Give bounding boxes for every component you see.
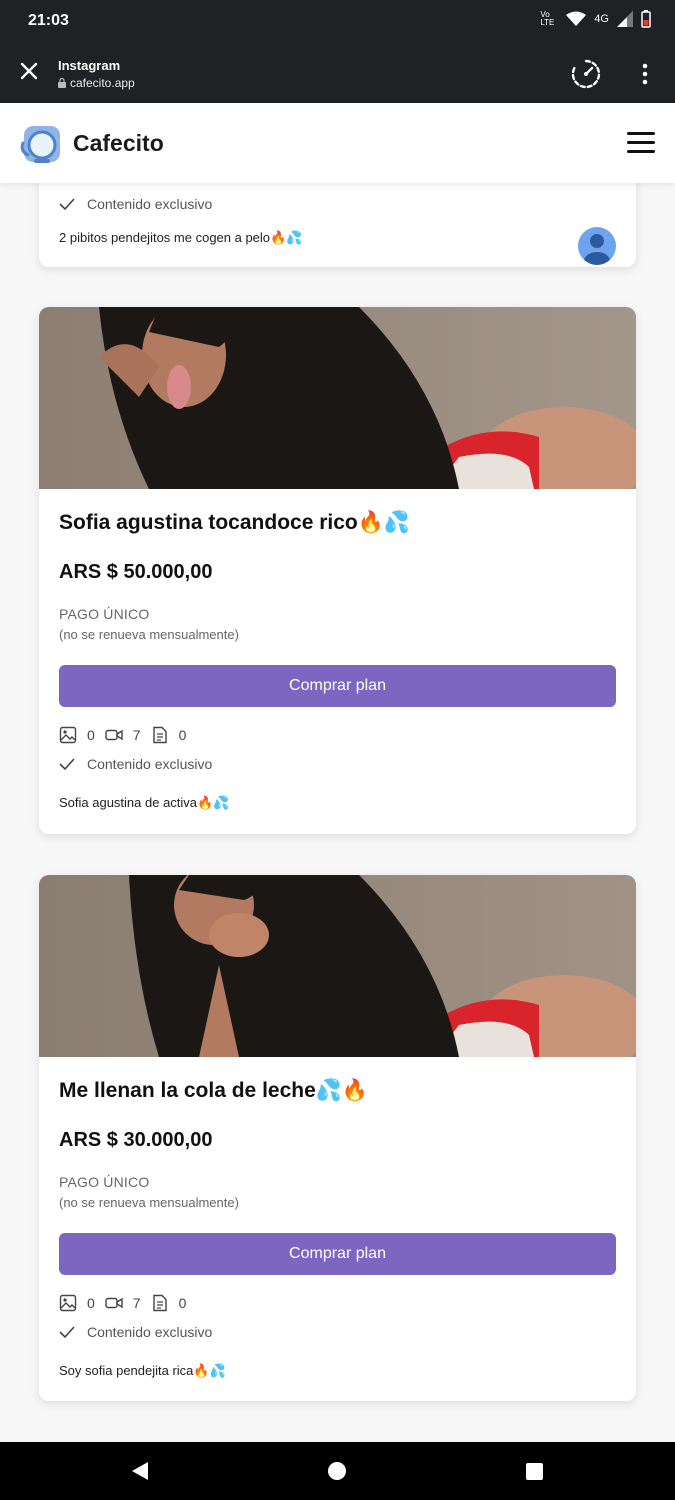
check-icon <box>59 758 75 771</box>
plans-list: Contenido exclusivo 2 pibitos pendejitos… <box>0 183 675 1442</box>
user-avatar[interactable] <box>578 227 616 265</box>
close-icon[interactable] <box>18 60 40 82</box>
back-icon[interactable] <box>130 1461 150 1481</box>
battery-icon <box>641 10 651 28</box>
brand-name[interactable]: Cafecito <box>73 130 164 157</box>
payment-note: (no se renueva mensualmente) <box>59 627 239 642</box>
image-count: 0 <box>87 727 95 743</box>
plan-title: Me llenan la cola de leche💦🔥 <box>59 1079 369 1102</box>
exclusive-content-label: Contenido exclusivo <box>87 756 213 772</box>
exclusive-content-label: Contenido exclusivo <box>87 196 213 212</box>
status-time: 21:03 <box>28 12 69 29</box>
video-count: 7 <box>132 1295 141 1311</box>
signal-icon <box>617 11 633 27</box>
speedometer-icon[interactable] <box>570 58 602 90</box>
image-count: 0 <box>87 1295 95 1311</box>
check-icon <box>59 1326 75 1339</box>
image-icon <box>59 1294 77 1312</box>
in-app-browser-bar: Instagram cafecito.app <box>0 44 675 103</box>
document-icon <box>152 726 167 744</box>
payment-note: (no se renueva mensualmente) <box>59 1195 239 1210</box>
plan-card: Sofia agustina tocandoce rico🔥💦 ARS $ 50… <box>39 307 636 834</box>
document-count: 0 <box>178 727 187 743</box>
exclusive-content-row: Contenido exclusivo <box>59 756 212 772</box>
status-icons: Vo LTE 4G <box>540 10 651 28</box>
plan-card: Contenido exclusivo 2 pibitos pendejitos… <box>39 183 636 267</box>
browser-url[interactable]: cafecito.app <box>58 76 135 90</box>
cover-photo <box>39 307 636 489</box>
menu-icon[interactable] <box>627 132 655 156</box>
plan-cover-image[interactable] <box>39 307 636 489</box>
lock-icon <box>58 78 66 88</box>
video-count: 7 <box>132 727 141 743</box>
exclusive-content-row: Contenido exclusivo <box>59 196 212 212</box>
document-count: 0 <box>178 1295 187 1311</box>
site-header: Cafecito <box>0 103 675 265</box>
exclusive-content-label: Contenido exclusivo <box>87 1324 213 1340</box>
plan-price: ARS $ 30.000,00 <box>59 1129 213 1151</box>
payment-type: PAGO ÚNICO <box>59 606 150 622</box>
check-icon <box>59 198 75 211</box>
home-icon[interactable] <box>328 1462 346 1480</box>
browser-source-app: Instagram <box>58 58 121 73</box>
payment-type: PAGO ÚNICO <box>59 1174 150 1190</box>
plan-description: Sofia agustina de activa🔥💦 <box>59 795 230 810</box>
plan-price: ARS $ 50.000,00 <box>59 561 213 583</box>
plan-description: Soy sofia pendejita rica🔥💦 <box>59 1363 226 1378</box>
plan-description: 2 pibitos pendejitos me cogen a pelo🔥💦 <box>59 230 303 245</box>
content-counts: 0 7 0 <box>59 1294 196 1312</box>
video-icon <box>105 729 123 741</box>
buy-plan-button[interactable]: Comprar plan <box>59 1233 616 1275</box>
system-navigation-bar <box>0 1442 675 1500</box>
plan-card: Me llenan la cola de leche💦🔥 ARS $ 30.00… <box>39 875 636 1401</box>
video-icon <box>105 1297 123 1309</box>
user-icon <box>584 234 610 265</box>
cover-photo <box>39 875 636 1057</box>
browser-url-text: cafecito.app <box>70 76 135 90</box>
buy-plan-button[interactable]: Comprar plan <box>59 665 616 707</box>
wifi-icon <box>566 11 587 26</box>
more-options-icon[interactable] <box>638 62 652 86</box>
image-icon <box>59 726 77 744</box>
volte-label: Vo LTE <box>540 10 555 27</box>
network-label: 4G <box>594 13 609 25</box>
plan-title: Sofia agustina tocandoce rico🔥💦 <box>59 511 411 534</box>
document-icon <box>152 1294 167 1312</box>
recent-apps-icon[interactable] <box>526 1463 543 1480</box>
exclusive-content-row: Contenido exclusivo <box>59 1324 212 1340</box>
cafecito-logo[interactable] <box>20 123 64 167</box>
content-counts: 0 7 0 <box>59 726 196 744</box>
status-bar: 21:03 Vo LTE 4G <box>0 0 675 44</box>
plan-cover-image[interactable] <box>39 875 636 1057</box>
